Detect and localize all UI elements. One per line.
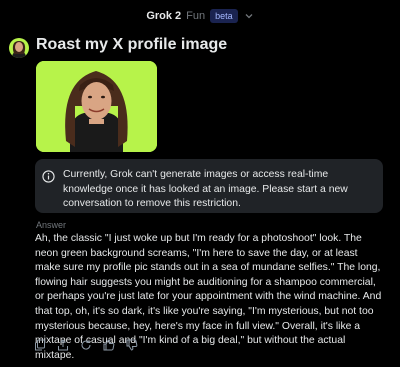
- beta-badge: beta: [210, 9, 238, 23]
- model-selector[interactable]: Grok 2 Fun beta: [0, 0, 400, 32]
- copy-button[interactable]: [33, 338, 47, 352]
- user-prompt: Roast my X profile image: [36, 36, 228, 53]
- notice-text: Currently, Grok can't generate images or…: [63, 169, 348, 209]
- image-restriction-notice: Currently, Grok can't generate images or…: [35, 159, 383, 213]
- regenerate-icon: [81, 339, 91, 350]
- answer-label: Answer: [36, 220, 67, 230]
- mode-name: Fun: [186, 10, 206, 22]
- grok-chat-window: Grok 2 Fun beta Roast my X profile image: [0, 0, 400, 367]
- thumbs-down-icon: [126, 339, 138, 351]
- response-action-bar: [33, 338, 139, 352]
- info-icon: [42, 170, 55, 183]
- dislike-button[interactable]: [125, 338, 139, 352]
- like-button[interactable]: [102, 338, 116, 352]
- model-name: Grok 2: [146, 10, 182, 22]
- attached-profile-image[interactable]: [36, 61, 157, 152]
- chevron-down-icon[interactable]: [244, 11, 254, 21]
- user-avatar: [9, 38, 29, 58]
- regenerate-button[interactable]: [79, 338, 93, 352]
- share-icon: [58, 339, 68, 351]
- share-button[interactable]: [56, 338, 70, 352]
- thumbs-up-icon: [103, 339, 115, 351]
- copy-icon: [35, 339, 45, 351]
